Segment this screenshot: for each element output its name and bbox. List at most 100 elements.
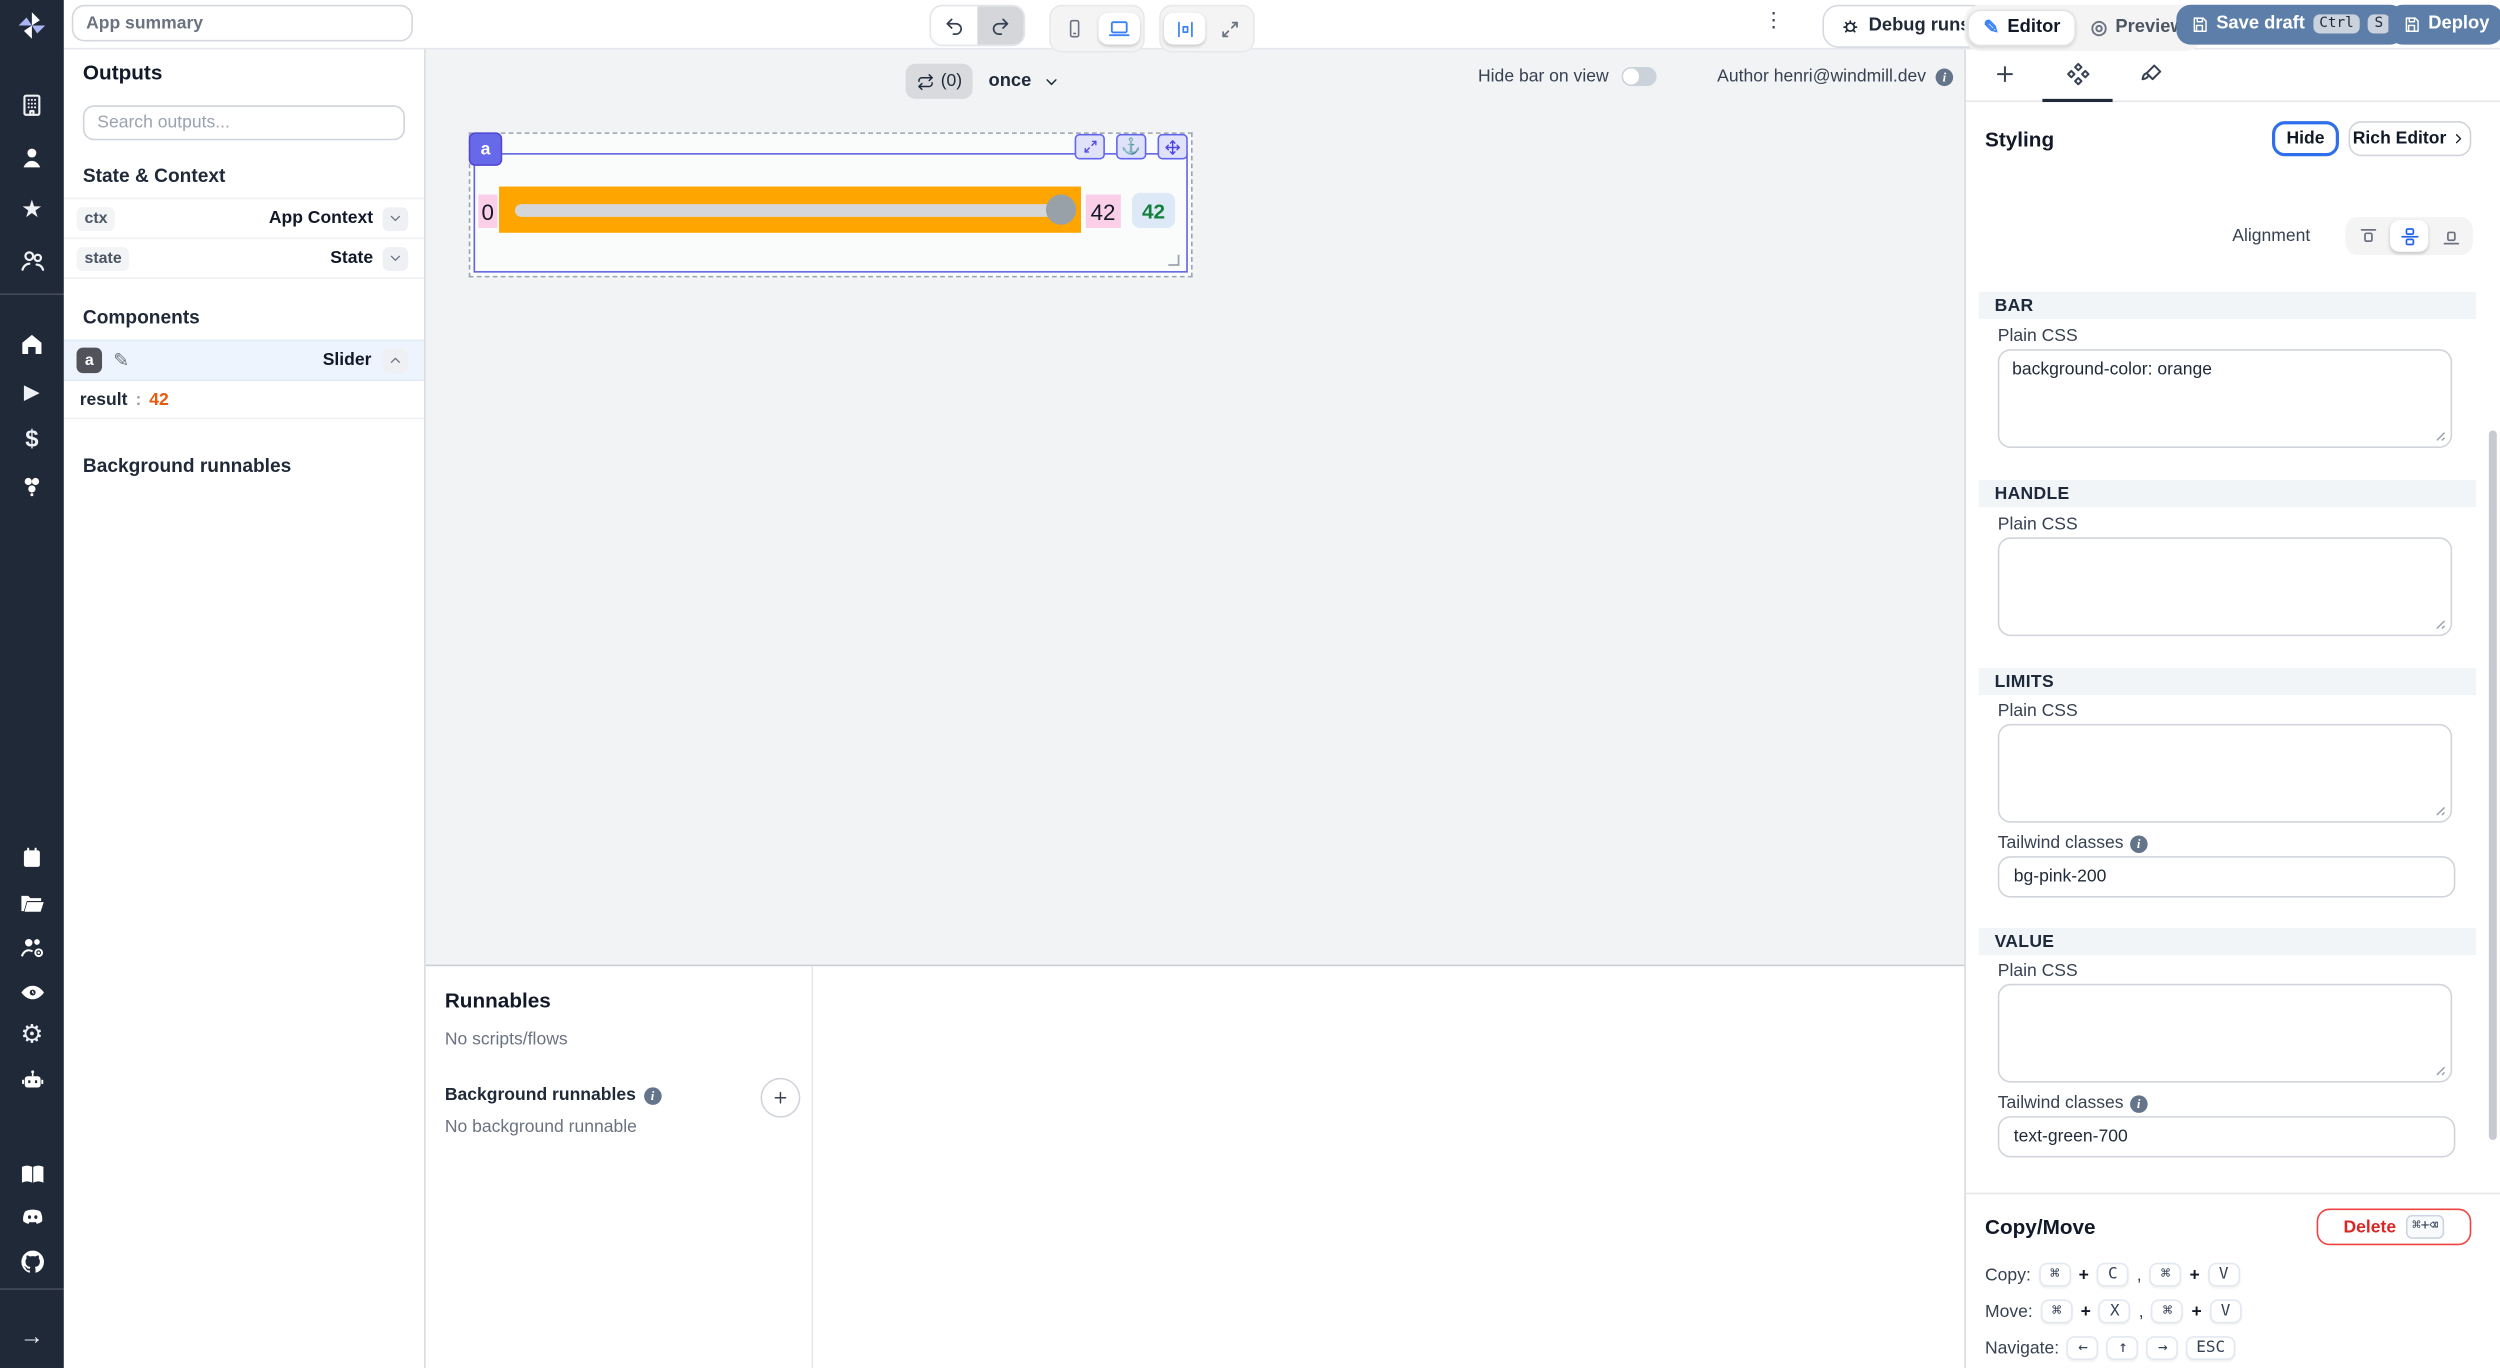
mobile-view-button[interactable] xyxy=(1054,13,1095,45)
delete-component-button[interactable]: Delete ⌘+⌫ xyxy=(2317,1209,2472,1246)
limits-plain-css-label: Plain CSS xyxy=(1998,702,2078,721)
component-badge[interactable]: a xyxy=(469,132,502,165)
component-collapse-button[interactable] xyxy=(383,348,409,372)
ctx-row[interactable]: ctx App Context xyxy=(64,199,424,239)
x-key: X xyxy=(2099,1299,2131,1323)
anchor-component-button[interactable]: ⚓ xyxy=(1116,134,1146,160)
debug-runs-button[interactable]: Debug runs xyxy=(1822,4,1988,47)
value-plain-css-textarea[interactable] xyxy=(1998,984,2452,1083)
state-expand-button[interactable] xyxy=(383,246,409,270)
recompute-button[interactable]: (0) xyxy=(906,64,974,99)
handle-plain-css-textarea[interactable] xyxy=(1998,537,2452,636)
component-tools: ⚓ xyxy=(1075,134,1188,160)
value-tailwind-input[interactable] xyxy=(1998,1116,2456,1157)
expand-component-button[interactable] xyxy=(1075,134,1105,160)
align-top-button[interactable] xyxy=(2349,220,2387,252)
favorites-star-icon[interactable]: ★ xyxy=(0,191,64,226)
deploy-save-icon xyxy=(2403,15,2421,33)
move-component-button[interactable] xyxy=(1158,134,1188,160)
info-icon[interactable]: i xyxy=(1936,68,1954,86)
desktop-view-button[interactable] xyxy=(1099,13,1140,45)
ai-robot-icon[interactable] xyxy=(0,1062,64,1097)
limits-section-header: LIMITS xyxy=(1979,668,2476,695)
limits-plain-css-textarea[interactable] xyxy=(1998,724,2452,823)
more-menu-kebab-icon[interactable]: ⋮ xyxy=(1763,8,1782,34)
author-label: Author henri@windmill.dev xyxy=(1717,67,1926,86)
slider-bar[interactable] xyxy=(499,187,1081,233)
github-icon[interactable] xyxy=(0,1244,64,1279)
groups-icon[interactable] xyxy=(0,242,64,277)
windmill-logo-icon[interactable] xyxy=(0,6,64,44)
undo-button[interactable] xyxy=(931,6,977,44)
align-center-button[interactable] xyxy=(2390,220,2428,252)
undo-redo-group xyxy=(930,5,1026,46)
center-layout-button[interactable] xyxy=(1164,13,1205,45)
app-canvas[interactable]: (0) once Hide bar on view Author henri@w… xyxy=(426,48,1965,965)
v-key: V xyxy=(2210,1299,2242,1323)
folders-icon[interactable] xyxy=(0,885,64,920)
save-draft-button[interactable]: Save draft Ctrl S xyxy=(2176,4,2404,44)
rename-pencil-icon[interactable]: ✎ xyxy=(113,349,129,371)
resize-handle[interactable] xyxy=(1167,254,1180,267)
ctx-type-label: App Context xyxy=(269,209,373,228)
state-row[interactable]: state State xyxy=(64,239,424,279)
editor-tab[interactable]: ✎ Editor xyxy=(1967,9,2076,46)
editor-preview-toggle: ✎ Editor ◎ Preview xyxy=(1964,4,2202,50)
alignment-segmented-control xyxy=(2345,217,2473,255)
schedules-calendar-icon[interactable] xyxy=(0,840,64,875)
refresh-mode-dropdown[interactable]: once xyxy=(989,64,1060,99)
component-a-row[interactable]: a ✎ Slider xyxy=(64,340,424,381)
hide-styling-button[interactable]: Hide xyxy=(2272,121,2339,156)
chevron-right-icon xyxy=(2451,131,2467,147)
home-icon[interactable] xyxy=(0,327,64,362)
delete-label: Delete xyxy=(2344,1217,2397,1236)
app-summary-input[interactable] xyxy=(72,5,413,42)
copy-shortcut-row: Copy: ⌘ + C , ⌘ + V xyxy=(1985,1263,2240,1287)
ctx-expand-button[interactable] xyxy=(383,206,409,230)
slider-handle[interactable] xyxy=(1046,195,1076,225)
result-separator: : xyxy=(135,390,141,409)
workspace-building-icon[interactable] xyxy=(0,88,64,123)
section-divider xyxy=(1966,1193,2500,1195)
delete-kbd: ⌘+⌫ xyxy=(2406,1215,2445,1239)
slider-component-selection[interactable]: a ⚓ 0 42 42 xyxy=(469,132,1193,277)
save-icon xyxy=(2191,15,2209,33)
resources-cluster-icon[interactable] xyxy=(0,469,64,504)
fullscreen-button[interactable] xyxy=(1209,13,1250,45)
variables-dollar-icon[interactable]: $ xyxy=(0,421,64,456)
audit-eye-icon[interactable] xyxy=(0,974,64,1009)
editor-label: Editor xyxy=(2007,18,2060,37)
component-id-badge: a xyxy=(77,348,103,374)
tab-component-settings-icon[interactable] xyxy=(2041,48,2114,101)
runs-play-icon[interactable]: ▶ xyxy=(0,375,64,410)
author-info: Author henri@windmill.dev i xyxy=(1717,67,1953,86)
user-icon[interactable] xyxy=(0,140,64,175)
slider-track[interactable] xyxy=(515,203,1067,216)
bar-plain-css-textarea[interactable]: background-color: orange xyxy=(1998,349,2452,448)
expand-sidebar-arrow-icon[interactable]: → xyxy=(0,1319,64,1354)
groups-settings-icon[interactable] xyxy=(0,930,64,965)
redo-button[interactable] xyxy=(977,6,1023,44)
add-background-runnable-button[interactable] xyxy=(761,1078,801,1118)
s-kbd: S xyxy=(2368,14,2389,33)
info-icon[interactable]: i xyxy=(644,1087,662,1105)
limits-tailwind-input[interactable] xyxy=(1998,856,2456,897)
rich-editor-button[interactable]: Rich Editor xyxy=(2349,121,2472,156)
tab-theme-brush-icon[interactable] xyxy=(2114,48,2187,101)
discord-icon[interactable] xyxy=(0,1199,64,1234)
hide-bar-toggle[interactable] xyxy=(1621,67,1656,86)
state-type-label: State xyxy=(330,249,373,268)
device-toggle-group xyxy=(1049,5,1145,53)
component-result-row[interactable]: result : 42 xyxy=(64,381,424,419)
search-outputs-input[interactable] xyxy=(83,105,405,140)
tab-insert-plus-icon[interactable] xyxy=(1967,48,2040,101)
settings-gear-icon[interactable]: ⚙ xyxy=(0,1017,64,1052)
scrollbar-thumb[interactable] xyxy=(2489,430,2497,1140)
align-bottom-button[interactable] xyxy=(2431,220,2469,252)
info-icon[interactable]: i xyxy=(2130,835,2148,853)
docs-book-icon[interactable] xyxy=(0,1156,64,1191)
deploy-button[interactable]: Deploy xyxy=(2388,4,2500,44)
info-icon[interactable]: i xyxy=(2130,1095,2148,1113)
copy-label: Copy: xyxy=(1985,1265,2031,1284)
tailwind-label-text: Tailwind classes xyxy=(1998,1094,2124,1113)
